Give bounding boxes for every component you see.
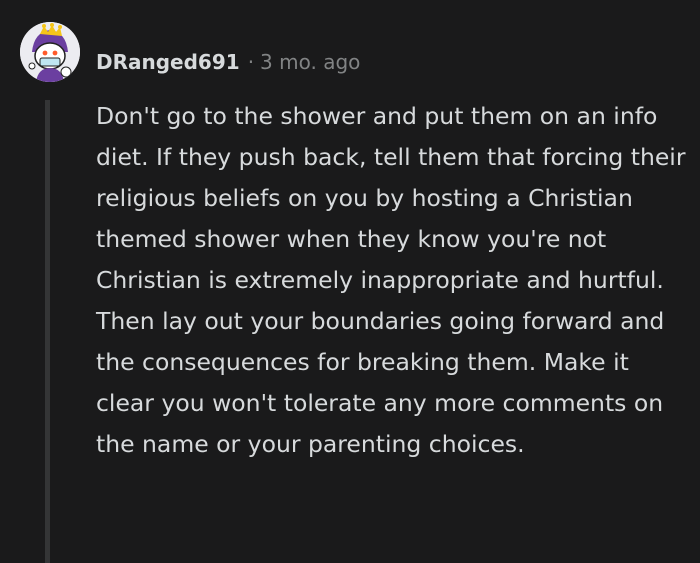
user-avatar[interactable]: [20, 22, 80, 82]
snoo-avatar-icon: [20, 22, 80, 82]
username-link[interactable]: DRanged691: [96, 50, 240, 74]
comment-body: Don't go to the shower and put them on a…: [96, 102, 686, 458]
comment-header: DRanged691 · 3 mo. ago: [96, 46, 360, 78]
comment-timestamp[interactable]: 3 mo. ago: [260, 50, 360, 74]
thread-collapse-line[interactable]: [45, 100, 50, 563]
meta-separator: ·: [247, 50, 255, 74]
comment: DRanged691 · 3 mo. ago Don't go to the s…: [0, 0, 700, 563]
